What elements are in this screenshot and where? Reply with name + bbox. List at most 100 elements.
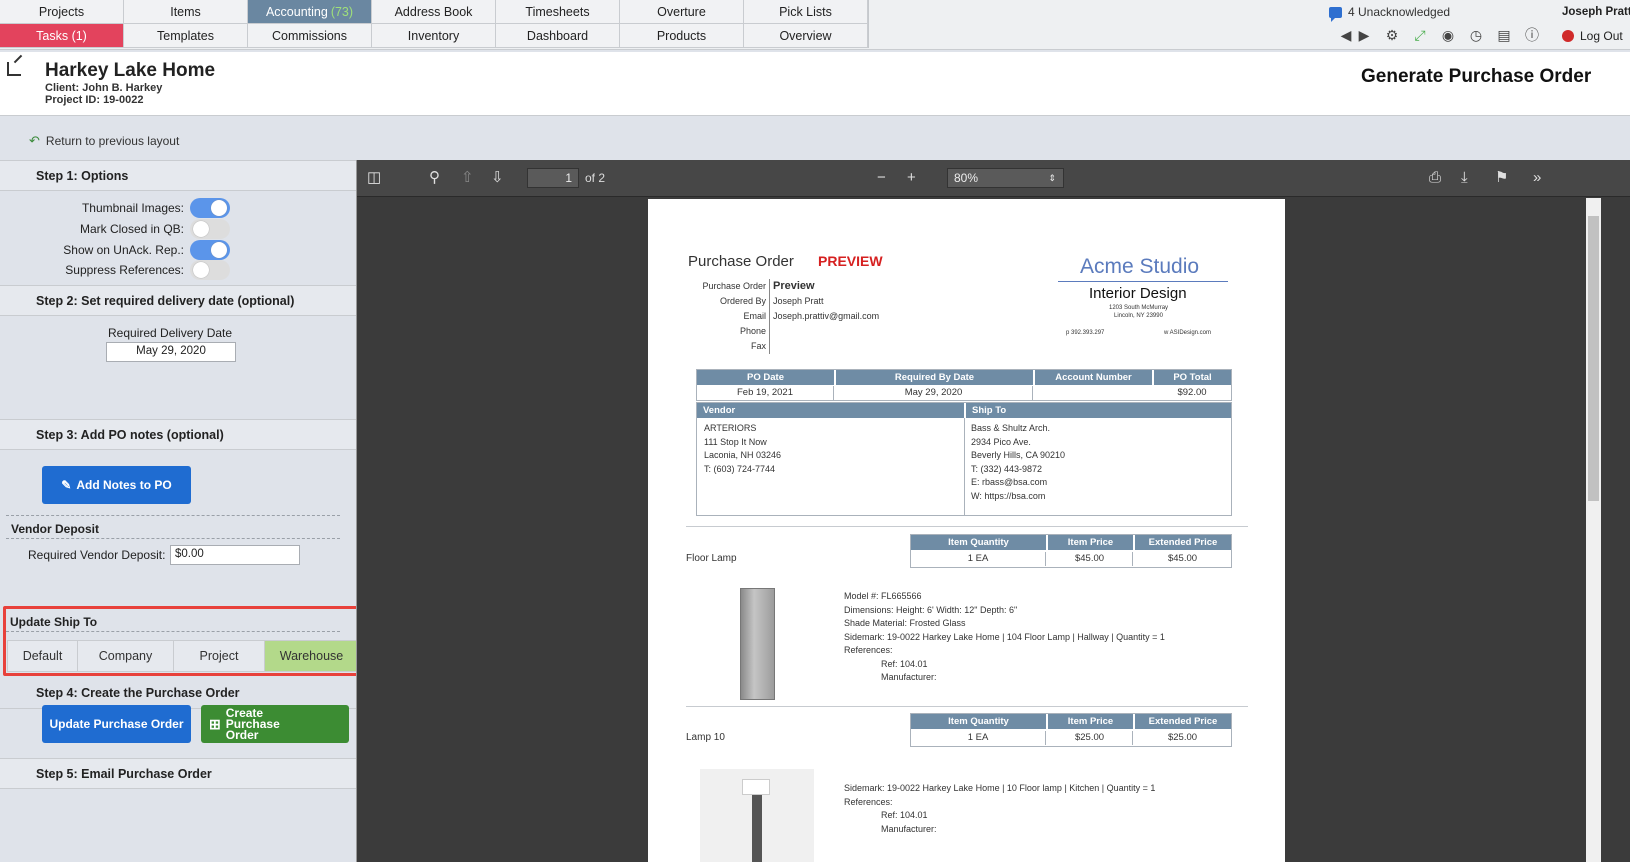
shipto-address: Bass & Shultz Arch. 2934 Pico Ave. Beverly…	[971, 423, 1066, 501]
nav-tasks[interactable]: Tasks (1)	[0, 24, 124, 48]
external-link-icon[interactable]	[7, 62, 21, 76]
ship-warehouse-option[interactable]: Warehouse	[265, 641, 359, 671]
pdf-toolbar: ◫ ⚲ ⇧ ⇩ 1 of 2 − + 80% ⇕ ⎙ ⤓ ⚑ »	[357, 160, 1630, 197]
power-icon	[1562, 30, 1574, 42]
previous-page-icon[interactable]: ⇧	[461, 170, 474, 186]
download-icon[interactable]: ⤓	[1461, 170, 1468, 186]
step1-header: Step 1: Options	[0, 160, 356, 191]
delivery-date-label: Required Delivery Date	[108, 326, 233, 340]
top-navigation: Projects Items Accounting (73) Address Bo…	[0, 0, 1630, 50]
vendor-shipto-table: Vendor Ship To ARTERIORS 111 Stop It Now L…	[696, 402, 1232, 516]
scrollbar-thumb[interactable]	[1588, 216, 1599, 501]
nav-accounting[interactable]: Accounting (73)	[248, 0, 372, 24]
pdf-page: Purchase Order PREVIEW Purchase Order Ord…	[648, 199, 1285, 862]
nav-projects[interactable]: Projects	[0, 0, 124, 24]
option-mark-closed: Mark Closed in QB:	[0, 219, 230, 239]
ship-company-option[interactable]: Company	[78, 641, 174, 671]
toggle-knob	[193, 262, 209, 278]
add-notes-label: Add Notes to PO	[76, 478, 172, 492]
project-header: Harkey Lake Home Client: John B. Harkey …	[0, 52, 1630, 116]
zoom-in-icon[interactable]: +	[907, 170, 916, 186]
update-purchase-order-button[interactable]: Update Purchase Order	[42, 705, 191, 743]
chat-icon	[1329, 6, 1342, 22]
chevron-down-icon: ⇕	[1048, 173, 1056, 183]
user-name: Joseph Pratt	[1562, 6, 1630, 18]
show-unack-toggle[interactable]	[190, 240, 230, 260]
viewer-gutter	[1601, 198, 1630, 862]
create-po-label: Create Purchase Order	[225, 705, 280, 742]
po-meta-values: Preview Joseph Pratt Joseph.prattiv@gmail.…	[773, 280, 880, 321]
page-number-input[interactable]: 1	[527, 168, 579, 188]
expand-icon[interactable]: ⤢	[1412, 27, 1428, 43]
layout-icon[interactable]: ▤	[1496, 27, 1512, 43]
clock-icon[interactable]: ◷	[1468, 27, 1484, 43]
item-details: Model #: FL665566 Dimensions: Height: 6' …	[844, 591, 1165, 682]
company-web: w ASIDesign.com	[1164, 330, 1212, 336]
company-name: Acme Studio	[1080, 255, 1200, 278]
toggle-knob	[211, 200, 227, 216]
step5-header: Step 5: Email Purchase Order	[0, 758, 356, 789]
ship-project-option[interactable]: Project	[174, 641, 265, 671]
delivery-date-input[interactable]: May 29, 2020	[106, 342, 236, 362]
plus-icon: ⊞	[209, 715, 221, 732]
logout-label: Log Out	[1580, 29, 1623, 43]
nav-overture[interactable]: Overture	[620, 0, 744, 24]
user-icon[interactable]: ◉	[1440, 27, 1456, 43]
project-info: Client: John B. Harkey Project ID: 19-00…	[45, 82, 162, 106]
vendor-deposit-heading: Vendor Deposit	[11, 522, 100, 536]
po-title: Purchase Order	[688, 253, 794, 270]
pdf-viewer: ◫ ⚲ ⇧ ⇩ 1 of 2 − + 80% ⇕ ⎙ ⤓ ⚑ » Purchase…	[356, 160, 1630, 862]
nav-templates[interactable]: Templates	[124, 24, 248, 48]
page-title: Generate Purchase Order	[1361, 66, 1592, 87]
vendor-deposit-label: Required Vendor Deposit:	[28, 548, 166, 562]
info-icon[interactable]: ⓘ	[1524, 27, 1540, 43]
nav-overview[interactable]: Overview	[744, 24, 868, 48]
sidebar-toggle-icon[interactable]: ◫	[367, 170, 381, 186]
option-label: Thumbnail Images:	[81, 201, 184, 215]
return-link-label: Return to previous layout	[45, 134, 180, 148]
unacknowledged-label: 4 Unacknowledged	[1348, 5, 1451, 19]
nav-timesheets[interactable]: Timesheets	[496, 0, 620, 24]
zoom-out-icon[interactable]: −	[877, 170, 886, 186]
company-subtitle: Interior Design	[1089, 285, 1187, 302]
zoom-select[interactable]: 80% ⇕	[947, 168, 1064, 188]
nav-items[interactable]: Items	[124, 0, 248, 24]
nav-address-book[interactable]: Address Book	[372, 0, 496, 24]
unacknowledged-link[interactable]: 4 Unacknowledged	[1329, 5, 1451, 22]
return-link[interactable]: ↶ Return to previous layout	[29, 133, 179, 149]
toggle-knob	[193, 221, 209, 237]
thumbnail-toggle[interactable]	[190, 198, 230, 218]
arrow-right-icon[interactable]: ▶	[1356, 27, 1372, 43]
nav-products[interactable]: Products	[620, 24, 744, 48]
nav-dashboard[interactable]: Dashboard	[496, 24, 620, 48]
ship-default-option[interactable]: Default	[8, 641, 78, 671]
pdf-scrollbar[interactable]	[1586, 198, 1601, 862]
bookmark-icon[interactable]: ⚑	[1495, 170, 1508, 186]
mark-closed-toggle[interactable]	[190, 219, 230, 239]
return-arrow-icon: ↶	[29, 133, 40, 148]
create-purchase-order-button[interactable]: ⊞ Create Purchase Order	[201, 705, 349, 743]
lamp-thumbnail	[700, 769, 814, 862]
next-page-icon[interactable]: ⇩	[491, 170, 504, 186]
print-icon[interactable]: ⎙	[1429, 170, 1441, 186]
vendor-deposit-input[interactable]: $0.00	[170, 545, 300, 565]
item-table: Item Quantity Item Price Extended Price …	[910, 534, 1232, 568]
gear-icon[interactable]: ⚙	[1384, 27, 1400, 43]
search-icon[interactable]: ⚲	[429, 170, 440, 186]
nav-inventory[interactable]: Inventory	[372, 24, 496, 48]
nav-pick-lists[interactable]: Pick Lists	[744, 0, 868, 24]
floor-lamp-thumbnail	[740, 588, 775, 700]
nav-accounting-label: Accounting	[265, 4, 328, 19]
add-notes-button[interactable]: ✎ Add Notes to PO	[42, 466, 191, 504]
nav-commissions[interactable]: Commissions	[248, 24, 372, 48]
tools-icon[interactable]: »	[1533, 170, 1541, 186]
arrow-left-icon[interactable]: ◀	[1338, 27, 1354, 43]
company-address-2: Lincoln, NY 23990	[1114, 313, 1163, 319]
option-label: Show on UnAck. Rep.:	[63, 243, 184, 257]
option-show-unack: Show on UnAck. Rep.:	[0, 240, 230, 260]
suppress-references-toggle[interactable]	[190, 260, 230, 280]
step3-header: Step 3: Add PO notes (optional)	[0, 419, 356, 450]
nav-accounting-count: (73)	[330, 4, 354, 19]
logout-button[interactable]: Log Out	[1562, 29, 1623, 43]
company-phone: p 392.393.297	[1066, 330, 1105, 336]
